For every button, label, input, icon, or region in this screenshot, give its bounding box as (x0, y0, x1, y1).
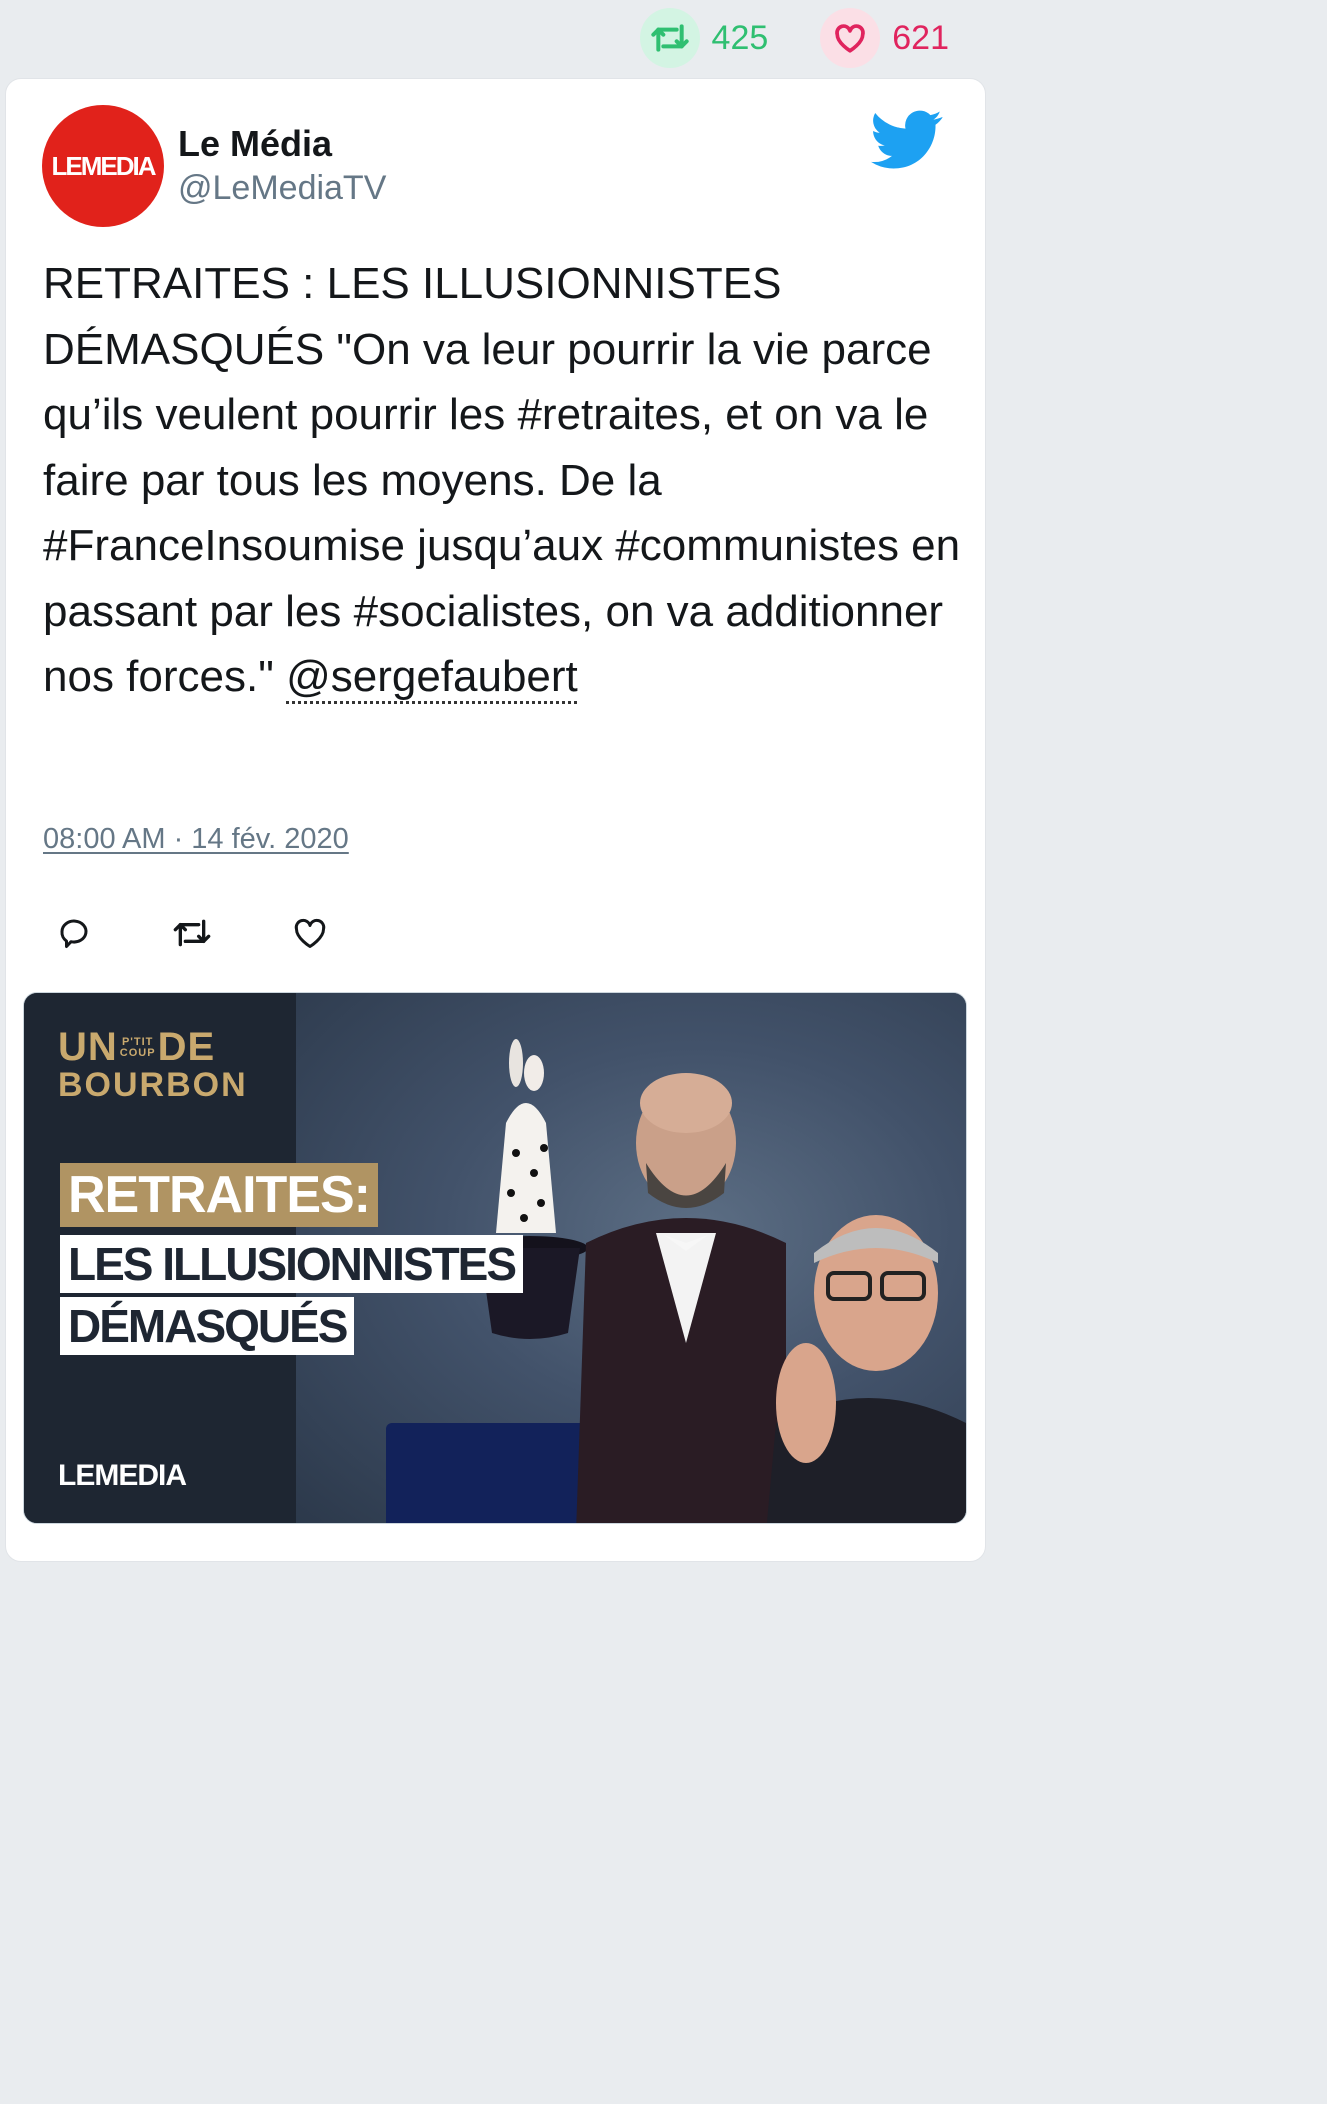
media-thumbnail[interactable]: UN P'TIT COUP DE BOURBON LEMEDIA RETRAITE… (23, 992, 967, 1524)
show-logo-bourbon: BOURBON (58, 1066, 248, 1104)
politician-figure (766, 1215, 966, 1523)
like-count[interactable]: 621 (820, 8, 949, 68)
show-logo: UN P'TIT COUP DE BOURBON (58, 1025, 248, 1105)
engagement-stats: 425 621 (639, 8, 949, 68)
tweet-body: RETRAITES : LES ILLUSIONNISTES DÉMASQUÉS… (43, 259, 961, 701)
retweet-action-icon[interactable] (172, 913, 212, 953)
reply-icon[interactable] (54, 913, 94, 953)
tweet-actions (54, 913, 330, 953)
tweet-card: LEMEDIA Le Média @LeMediaTV RETRAITES : … (5, 78, 986, 1562)
magician-figure (576, 1073, 786, 1523)
twitter-bird-icon[interactable] (871, 109, 943, 171)
avatar[interactable]: LEMEDIA (42, 105, 164, 227)
media-headline-2: LES ILLUSIONNISTES (60, 1235, 524, 1293)
avatar-logo: LEMEDIA (51, 150, 157, 182)
tweet-text: RETRAITES : LES ILLUSIONNISTES DÉMASQUÉS… (43, 251, 963, 710)
author-handle[interactable]: @LeMediaTV (178, 169, 386, 208)
media-brand-logo: LEMEDIA (58, 1459, 187, 1492)
retweet-icon (639, 8, 700, 68)
heart-icon (820, 8, 881, 68)
like-count-value: 621 (892, 18, 949, 57)
show-logo-de: DE (157, 1025, 216, 1069)
media-headline-3: DÉMASQUÉS (60, 1297, 355, 1355)
retweet-count-value: 425 (711, 18, 769, 57)
retweet-count[interactable]: 425 (639, 8, 769, 68)
show-logo-coup: COUP (119, 1046, 156, 1059)
author-name[interactable]: Le Média (178, 123, 332, 165)
show-logo-un: UN (58, 1025, 118, 1069)
like-action-icon[interactable] (290, 913, 330, 953)
tweet-timestamp[interactable]: 08:00 AM · 14 fév. 2020 (43, 823, 349, 856)
mention-link[interactable]: @sergefaubert (286, 652, 578, 701)
media-headline-1: RETRAITES: (60, 1163, 378, 1227)
